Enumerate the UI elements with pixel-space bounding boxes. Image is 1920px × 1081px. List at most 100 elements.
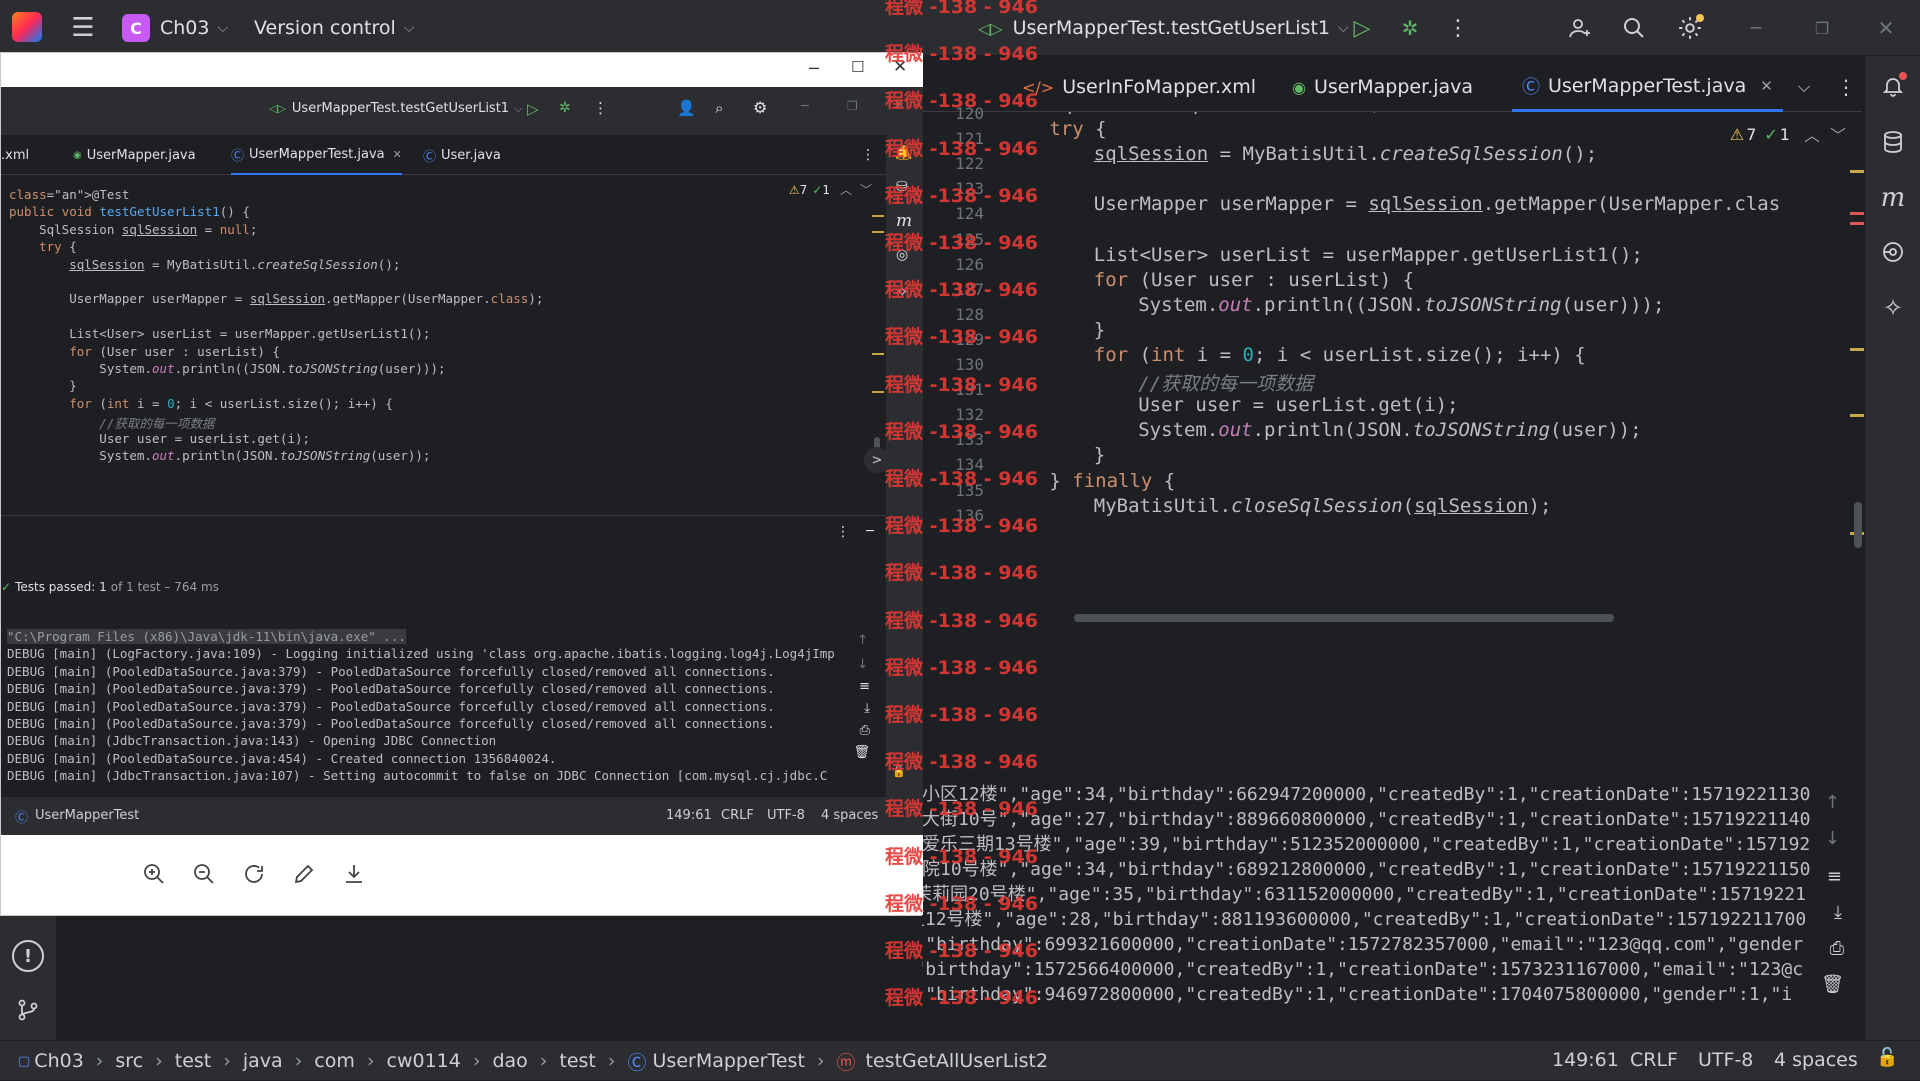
breadcrumb-item[interactable]: cw0114	[387, 1050, 461, 1072]
debug-icon[interactable]: ✲	[1392, 10, 1428, 46]
more-actions-icon[interactable]: ⋮	[1440, 10, 1476, 46]
breadcrumb-separator-icon: ›	[95, 1050, 104, 1072]
download-icon[interactable]	[339, 859, 369, 889]
right-tool-strip: m ✧	[1864, 56, 1920, 1040]
scroll-to-end-icon[interactable]: ⤓	[1834, 902, 1842, 923]
watermark-text: 程微 -138 - 946	[885, 845, 1038, 868]
scroll-down-icon: ↓	[857, 657, 868, 672]
cursor-position[interactable]: 149:61	[1552, 1049, 1619, 1071]
screenshot-run-config-label: UserMapperTest.testGetUserList1	[291, 101, 510, 116]
tab-options-icon[interactable]: ⋮	[1826, 62, 1866, 112]
unlock-icon[interactable]: 🔓	[1876, 1047, 1898, 1068]
console-line: DEBUG [main] (LogFactory.java:109) - Log…	[7, 646, 835, 662]
zoom-out-icon[interactable]	[189, 859, 219, 889]
more-actions-icon: ⋮	[836, 524, 850, 540]
rotate-icon[interactable]	[239, 859, 269, 889]
breadcrumb-item[interactable]: test	[559, 1050, 596, 1072]
tab-usermapper-java[interactable]: ◉ UserMapper.java	[1282, 62, 1483, 112]
screenshot-toolbar: ◁▷ UserMapperTest.testGetUserList1 ⌵ ▷ ✲…	[1, 87, 923, 135]
console-line: DEBUG [main] (PooledDataSource.java:379)…	[7, 681, 775, 697]
status-file: UserMapperTest	[35, 808, 140, 823]
breadcrumb-item[interactable]: src	[115, 1050, 143, 1072]
indent-setting[interactable]: 4 spaces	[1774, 1049, 1858, 1071]
vcs-selector[interactable]: Version control ⌵	[254, 12, 414, 44]
close-tab-icon[interactable]: ✕	[1760, 77, 1773, 95]
ai-assistant-icon[interactable]	[1877, 236, 1909, 268]
code-line: List<User> userList = userMapper.getUser…	[9, 326, 431, 342]
maven-icon[interactable]: m	[1877, 182, 1909, 214]
console-line: 爱乐三期13号楼","age":39,"birthday":5123520000…	[922, 834, 1811, 855]
add-user-icon[interactable]	[1562, 10, 1598, 46]
breadcrumb-item[interactable]: Ch03	[34, 1050, 84, 1072]
line-separator[interactable]: CRLF	[1630, 1049, 1678, 1071]
console-line: DEBUG [main] (JdbcTransaction.java:143) …	[7, 733, 497, 749]
git-branch-icon[interactable]	[12, 994, 44, 1026]
maximize-icon[interactable]: ☐	[851, 58, 864, 76]
print-icon[interactable]: ⎙	[1830, 938, 1844, 959]
scroll-down-icon[interactable]: ↓	[1825, 828, 1840, 849]
print-icon: ⎙	[859, 723, 870, 738]
restore-window-icon[interactable]: ❐	[1804, 10, 1840, 46]
tabs-overflow-icon[interactable]: ⌵	[1788, 62, 1820, 112]
inspection-widget[interactable]: ⚠ 7 ✓ 1 ︿ ﹀	[1730, 122, 1846, 146]
edit-pencil-icon[interactable]	[289, 859, 319, 889]
code-line: System.out.println((JSON.toJSONString(us…	[1138, 293, 1665, 316]
run-icon[interactable]: ▷	[1344, 10, 1380, 46]
breadcrumb-separator-icon: ›	[472, 1050, 481, 1072]
minimize-icon[interactable]: ─	[809, 59, 819, 78]
console-line: DEBUG [main] (PooledDataSource.java:454)…	[7, 750, 557, 766]
breadcrumb-item[interactable]: java	[243, 1050, 283, 1072]
code-line: SqlSession sqlSession = null;	[1049, 112, 1381, 115]
chevron-up-icon[interactable]: ︿	[1804, 122, 1820, 146]
settings-gear-icon[interactable]	[1672, 10, 1708, 46]
tab-options-icon: ⋮	[861, 147, 875, 163]
code-line: try {	[1049, 118, 1107, 141]
screenshot-tab: ◉ UserMapper.java	[73, 135, 196, 175]
tab-usermappertest-java[interactable]: Ⓒ UserMapperTest.java ✕	[1512, 62, 1783, 112]
main-menu-icon[interactable]: ☰	[66, 12, 100, 44]
breadcrumb-item[interactable]: UserMapperTest	[653, 1050, 805, 1072]
soft-wrap-icon: ≡	[859, 679, 870, 694]
watermark-text: 程微 -138 - 946	[885, 609, 1038, 632]
clear-console-icon[interactable]: 🗑	[1821, 974, 1844, 995]
database-icon[interactable]	[1877, 126, 1909, 158]
scroll-up-icon[interactable]: ↑	[1825, 792, 1840, 813]
screenshot-tabs: .xml ◉ UserMapper.java Ⓒ UserMapperTest.ja…	[1, 135, 886, 175]
console-line: {"address":"湖南长沙","age":6,"birthday":157…	[604, 959, 1804, 980]
chevron-down-icon[interactable]: ﹀	[1830, 122, 1846, 146]
breadcrumb-separator-icon: ›	[816, 1050, 825, 1072]
soft-wrap-icon[interactable]: ≡	[1827, 866, 1842, 887]
code-editor[interactable]: ⚠ 7 ✓ 1 ︿ ﹀ SqlSession sqlSession = null…	[1034, 112, 1864, 626]
cursor-position: 149:61	[666, 808, 712, 823]
console-line: 院10号楼","age":34,"birthday":689212800000,…	[922, 859, 1811, 880]
tab-label: UserMapperTest.java	[1548, 74, 1747, 97]
status-bar: ▢ Ch03 › src › test › java › com › cw0114 › dao › test ›…	[0, 1040, 1920, 1080]
watermark-text: 程微 -138 - 946	[885, 0, 1038, 18]
breadcrumb-item[interactable]: test	[175, 1050, 212, 1072]
zoom-in-icon[interactable]	[139, 859, 169, 889]
file-encoding[interactable]: UTF-8	[1698, 1049, 1753, 1071]
project-selector[interactable]: C Ch03 ⌵	[122, 12, 228, 44]
notifications-bell-icon[interactable]	[1877, 70, 1909, 102]
indent-setting: 4 spaces	[821, 808, 879, 823]
breadcrumb-item[interactable]: dao	[492, 1050, 527, 1072]
editor-scrollbar[interactable]	[1854, 502, 1862, 548]
check-icon: ✓	[812, 182, 823, 197]
screenshot-code: ⚠ 7 ✓ 1 ︿ ﹀ > class="an">@Test public void …	[1, 175, 890, 515]
search-icon[interactable]	[1616, 10, 1652, 46]
breadcrumb-item[interactable]: com	[314, 1050, 355, 1072]
code-line: System.out.println(JSON.toJSONString(use…	[1138, 419, 1642, 442]
warning-stripe	[1850, 170, 1864, 173]
breadcrumb-separator-icon: ›	[607, 1050, 616, 1072]
check-icon: ✓	[1, 580, 12, 594]
minimize-window-icon[interactable]: ─	[1738, 10, 1774, 46]
sparkle-icon[interactable]: ✧	[1877, 292, 1909, 324]
warning-count: 7	[799, 182, 808, 197]
tab-userinfomapper-xml[interactable]: </> UserInFoMapper.xml	[1012, 62, 1266, 112]
horizontal-scrollbar[interactable]	[1074, 614, 1614, 622]
console-output[interactable]: ↑ ↓ ≡ ⤓ ⎙ 🗑 小区12楼","age":34,"birthday":6…	[922, 626, 1864, 1040]
breadcrumb-item[interactable]: testGetAllUserList2	[866, 1050, 1049, 1072]
close-window-icon[interactable]: ✕	[1868, 10, 1904, 46]
code-line: List<User> userList = userMapper.getUser…	[1093, 243, 1643, 266]
problems-icon[interactable]: !	[12, 940, 44, 972]
